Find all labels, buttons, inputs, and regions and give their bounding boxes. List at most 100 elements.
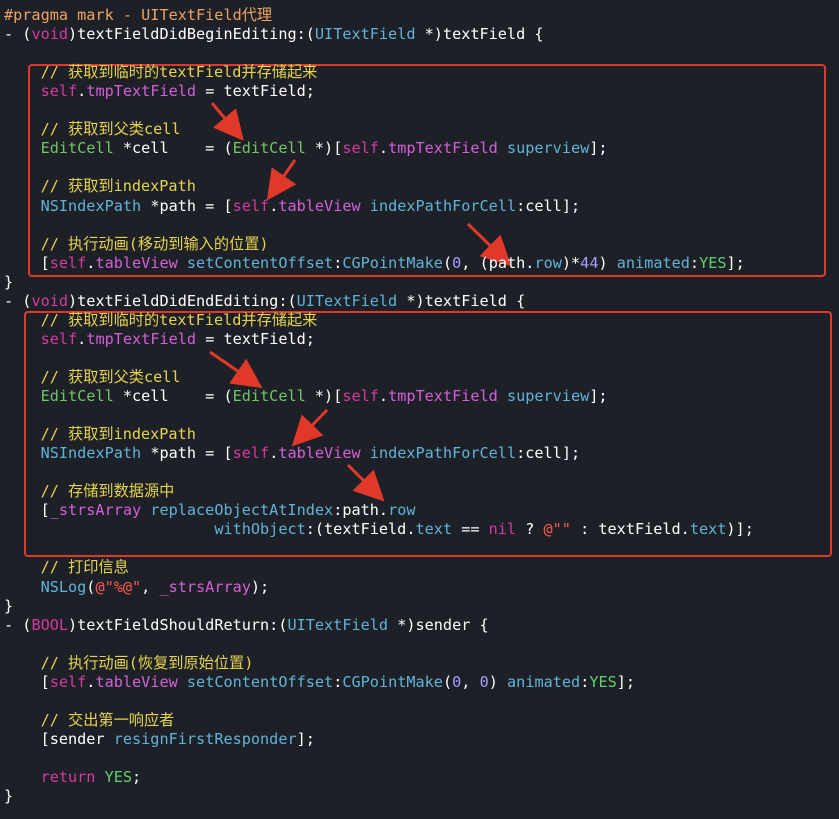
code-token: == (452, 520, 489, 539)
code-line: } (4, 273, 13, 292)
code-token: *)textField { (397, 291, 526, 310)
code-line: self.tmpTextField = textField; (4, 330, 315, 349)
code-token: tmpTextField (86, 329, 197, 348)
code-token: UITextField (314, 25, 416, 44)
code-token: ]; (726, 253, 745, 272)
code-token: )textFieldDidEndEditing:( (68, 291, 297, 310)
code-token: // 获取到indexPath (4, 177, 196, 196)
code-token: ; (132, 768, 142, 786)
code-token: :path. (333, 501, 389, 520)
code-token: BOOL (31, 615, 69, 634)
code-token: : (689, 253, 700, 272)
code-token: [sender (4, 729, 114, 748)
code-token: UITextField (296, 291, 398, 310)
code-line: NSIndexPath *path = [self.tableView inde… (4, 444, 581, 463)
code-token: 0 (452, 672, 462, 691)
code-token: :cell]; (516, 196, 581, 215)
code-token: *path = [ (141, 444, 233, 463)
code-line: NSLog(@"%@", _strsArray); (4, 577, 270, 597)
code-line: - (void)textFieldDidEndEditing:(UITextFi… (4, 292, 525, 311)
code-token: @"" (543, 520, 571, 539)
code-token: self (342, 139, 379, 158)
code-token: tableView (278, 444, 361, 463)
code-token: 0 (452, 253, 462, 272)
code-token: : (333, 253, 343, 272)
code-token: , (path. (461, 253, 535, 272)
code-token: UITextField (287, 615, 389, 634)
code-token: 44 (580, 253, 599, 272)
code-token: resignFirstResponder (113, 729, 297, 748)
code-editor[interactable]: #pragma mark - UITextField代理 - (void)text… (0, 0, 839, 819)
code-token: // 获取到临时的textField并存储起来 (4, 310, 318, 329)
code-token: indexPathForCell (369, 196, 517, 215)
code-token: )]; (726, 520, 754, 539)
code-line: #pragma mark - UITextField代理 (4, 6, 272, 25)
code-token: . (269, 196, 279, 215)
code-token: : (333, 672, 343, 691)
code-token: YES (104, 768, 133, 786)
code-token: - ( (4, 25, 32, 44)
code-line: [self.tableView setContentOffset:CGPoint… (4, 672, 636, 692)
code-token: EditCell (232, 139, 306, 158)
code-token: setContentOffset (186, 253, 334, 272)
code-token: YES (589, 672, 617, 691)
code-token: ? (516, 520, 544, 539)
code-line: NSIndexPath *path = [self.tableView inde… (4, 196, 581, 216)
code-token: *cell = ( (113, 387, 233, 405)
code-token: ( (442, 253, 453, 272)
code-token: // 打印信息 (4, 558, 129, 577)
code-line: - (BOOL)textFieldShouldReturn:(UITextFie… (4, 616, 489, 635)
code-line: - (void)textFieldDidBeginEditing:(UIText… (4, 25, 544, 44)
code-token: setContentOffset (186, 672, 334, 691)
code-token: : (580, 672, 590, 691)
code-token: void (31, 25, 69, 44)
code-token: tableView (95, 253, 178, 272)
code-token: , (461, 672, 480, 691)
code-token: self (232, 196, 270, 215)
code-token: #pragma mark - UITextField代理 (4, 6, 273, 24)
code-line: [self.tableView setContentOffset:CGPoint… (4, 254, 745, 273)
code-token: row (388, 501, 416, 520)
code-token: // 获取到临时的textField并存储起来 (4, 63, 318, 82)
code-line: EditCell *cell = (EditCell *)[self.tmpTe… (4, 139, 608, 158)
code-token: EditCell (40, 139, 114, 158)
code-token: text (689, 520, 727, 539)
code-token: ]; (589, 387, 608, 405)
code-token: *cell = ( (113, 139, 233, 158)
code-token: indexPathForCell (369, 444, 517, 463)
code-token: self (342, 387, 379, 405)
code-token: . (378, 139, 389, 158)
code-token: self (49, 672, 87, 691)
code-token: CGPointMake (342, 253, 443, 272)
code-token: = textField; (196, 329, 315, 348)
code-line: // 打印信息 (4, 558, 129, 577)
code-token: *)[ (305, 139, 343, 158)
code-token: _strsArray (49, 501, 142, 520)
code-line: // 获取到父类cell (4, 120, 181, 139)
code-token: // 获取到父类cell (4, 367, 181, 386)
code-token: . (77, 329, 87, 348)
code-token: ); (250, 577, 270, 596)
code-token: tmpTextField (86, 82, 197, 101)
code-token: ]; (296, 729, 315, 748)
code-token: tmpTextField (388, 139, 498, 158)
code-token: // 存储到数据源中 (4, 482, 175, 501)
code-token: @"%@" (95, 577, 142, 596)
code-token: return (40, 768, 96, 786)
code-token: self (40, 329, 78, 348)
code-line: // 执行动画(恢复到原始位置) (4, 654, 254, 673)
code-line: // 获取到indexPath (4, 177, 196, 196)
code-token: )* (561, 253, 581, 272)
code-token: text (415, 520, 453, 539)
code-token: } (4, 596, 14, 615)
code-token: tableView (95, 672, 178, 691)
